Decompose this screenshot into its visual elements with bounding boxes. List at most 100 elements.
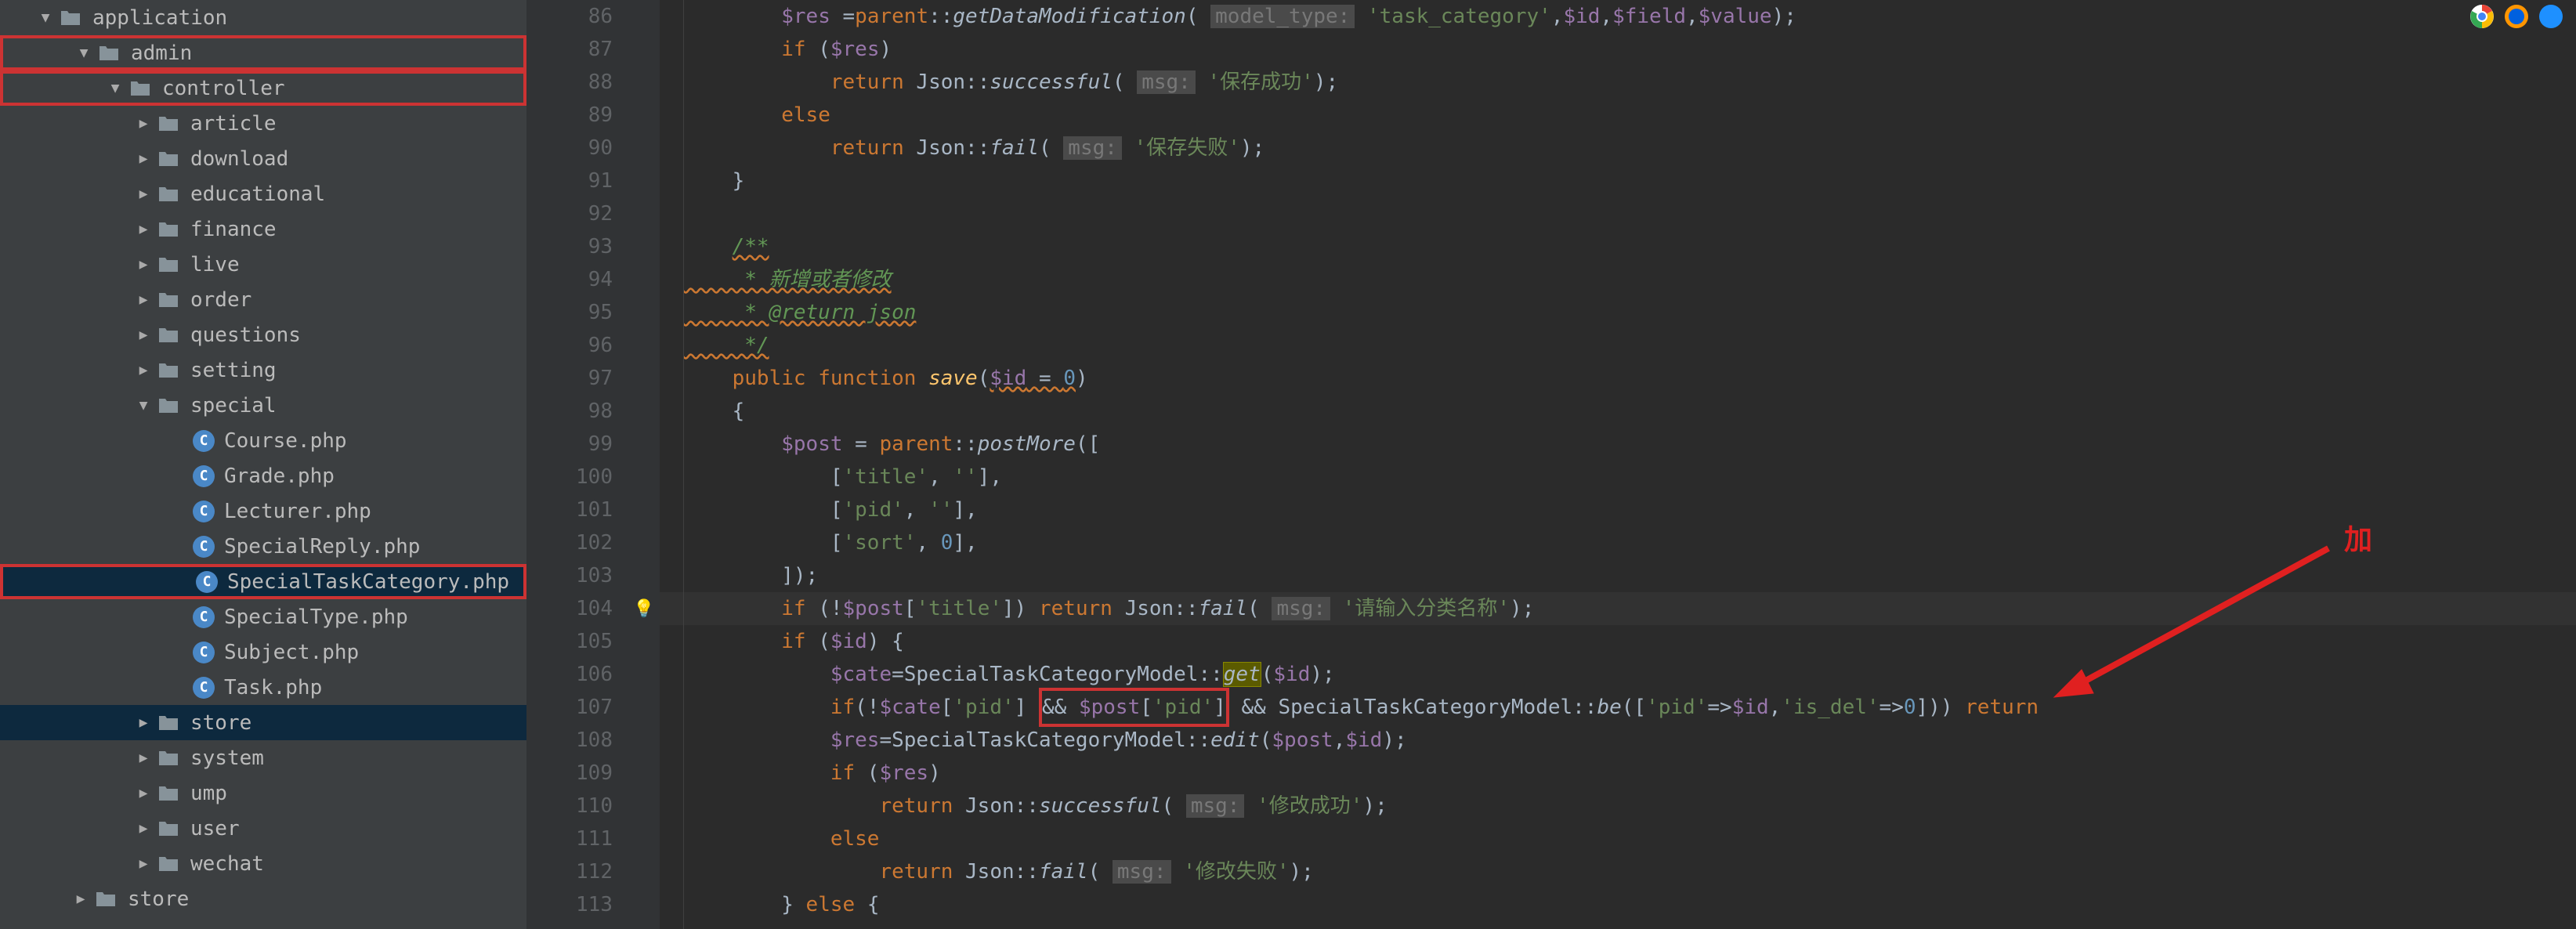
folder-item-special[interactable]: ▼special [0,388,526,423]
code-line[interactable]: return Json::successful( msg: '修改成功'); [660,790,2576,822]
bulb-gutter: 💡 [628,0,660,929]
file-item-Course.php[interactable]: C Course.php [0,423,526,458]
chevron-icon[interactable]: ▶ [129,714,157,731]
line-number: 107 [526,691,613,724]
php-file-icon: C [193,536,215,558]
file-item-Grade.php[interactable]: C Grade.php [0,458,526,493]
folder-item-live[interactable]: ▶live [0,247,526,282]
line-number: 101 [526,493,613,526]
code-line[interactable]: ['sort', 0], [660,526,2576,559]
folder-icon [157,361,183,380]
tree-item-label: Course.php [224,429,347,453]
chevron-icon[interactable]: ▼ [129,397,157,414]
folder-item-admin[interactable]: ▼admin [0,35,526,70]
code-line[interactable]: /** [660,230,2576,263]
chevron-icon[interactable]: ▶ [129,221,157,237]
folder-item-order[interactable]: ▶order [0,282,526,317]
tree-item-label: Grade.php [224,464,335,488]
chevron-icon[interactable]: ▶ [129,362,157,378]
code-line[interactable]: } else { [660,888,2576,921]
folder-icon [157,784,183,803]
file-item-Lecturer.php[interactable]: CLecturer.php [0,493,526,529]
chrome-icon[interactable] [2469,3,2495,30]
folder-item-system[interactable]: ▶system [0,740,526,775]
firefox-icon[interactable] [2503,3,2530,30]
php-file-icon: C [193,430,215,452]
code-line[interactable]: else [660,99,2576,132]
code-line[interactable]: else [660,822,2576,855]
code-line[interactable]: public function save($id = 0) [660,362,2576,395]
chevron-icon[interactable]: ▶ [129,785,157,801]
code-line[interactable]: ]); [660,559,2576,592]
chevron-icon[interactable]: ▶ [129,820,157,837]
code-line[interactable]: { [660,395,2576,428]
code-line[interactable]: return Json::fail( msg: '修改失败'); [660,855,2576,888]
chevron-icon[interactable]: ▶ [129,291,157,308]
folder-item-controller[interactable]: ▼controller [0,70,526,106]
folder-item-article[interactable]: ▶article [0,106,526,141]
code-line[interactable]: if ($id) { [660,625,2576,658]
code-line[interactable]: if(!$cate['pid'] && $post['pid'] && Spec… [660,691,2576,724]
code-line[interactable]: $res=SpecialTaskCategoryModel::edit($pos… [660,724,2576,757]
file-tree[interactable]: ▼application▼admin▼controller▶article▶do… [0,0,526,929]
folder-item-questions[interactable]: ▶ questions [0,317,526,352]
folder-item-finance[interactable]: ▶finance [0,211,526,247]
chevron-icon[interactable]: ▼ [70,45,98,61]
folder-item-store[interactable]: ▶store [0,881,526,916]
chevron-icon[interactable]: ▶ [129,115,157,132]
folder-item-educational[interactable]: ▶educational [0,176,526,211]
code-line[interactable]: return Json::successful( msg: '保存成功'); [660,66,2576,99]
code-line[interactable]: } [660,164,2576,197]
code-line[interactable]: * @return json [660,296,2576,329]
folder-item-user[interactable]: ▶user [0,811,526,846]
chevron-icon[interactable]: ▶ [129,256,157,273]
chevron-icon[interactable]: ▶ [129,855,157,872]
chevron-icon[interactable]: ▶ [67,891,95,907]
chevron-icon[interactable]: ▶ [129,750,157,766]
safari-icon[interactable] [2538,3,2564,30]
file-item-Subject.php[interactable]: C Subject.php [0,634,526,670]
folder-item-setting[interactable]: ▶setting [0,352,526,388]
file-item-Task.php[interactable]: CTask.php [0,670,526,705]
php-file-icon: C [193,642,215,663]
chevron-icon[interactable]: ▼ [101,80,129,96]
code-area[interactable]: $res =parent::getDataModification( model… [660,0,2576,929]
file-item-SpecialTaskCategory.php[interactable]: CSpecialTaskCategory.php [0,564,526,599]
folder-item-download[interactable]: ▶download [0,141,526,176]
code-line[interactable]: $res =parent::getDataModification( model… [660,0,2576,33]
chevron-icon[interactable]: ▼ [31,9,60,26]
folder-item-store[interactable]: ▶store [0,705,526,740]
code-line[interactable]: $post = parent::postMore([ [660,428,2576,461]
lightbulb-icon[interactable]: 💡 [633,599,654,619]
code-line[interactable]: return Json::fail( msg: '保存失败'); [660,132,2576,164]
file-item-SpecialReply.php[interactable]: CSpecialReply.php [0,529,526,564]
code-line[interactable]: if ($res) [660,33,2576,66]
folder-icon [157,714,183,732]
chevron-icon[interactable]: ▶ [129,186,157,202]
tree-item-label: SpecialTaskCategory.php [227,570,509,594]
chevron-icon[interactable]: ▶ [129,327,157,343]
folder-item-ump[interactable]: ▶ump [0,775,526,811]
folder-item-wechat[interactable]: ▶ wechat [0,846,526,881]
line-number: 90 [526,132,613,164]
code-line[interactable]: if ($res) [660,757,2576,790]
file-item-SpecialType.php[interactable]: CSpecialType.php [0,599,526,634]
code-line[interactable]: if (!$post['title']) return Json::fail( … [660,592,2576,625]
code-line[interactable] [660,197,2576,230]
chevron-icon[interactable]: ▶ [129,150,157,167]
tree-item-label: wechat [190,852,264,876]
browser-preview-icons [2469,0,2564,33]
code-line[interactable]: $cate=SpecialTaskCategoryModel::get($id)… [660,658,2576,691]
code-line[interactable]: * 新增或者修改 [660,263,2576,296]
code-line[interactable]: ['title', ''], [660,461,2576,493]
php-file-icon: C [193,465,215,487]
line-number: 94 [526,263,613,296]
folder-item-application[interactable]: ▼application [0,0,526,35]
tree-item-label: questions [190,324,301,347]
tree-item-label: Lecturer.php [224,500,371,523]
code-line[interactable]: ['pid', ''], [660,493,2576,526]
tree-item-label: SpecialType.php [224,605,408,629]
line-number: 87 [526,33,613,66]
code-line[interactable]: */ [660,329,2576,362]
tree-item-label: Subject.php [224,641,359,664]
